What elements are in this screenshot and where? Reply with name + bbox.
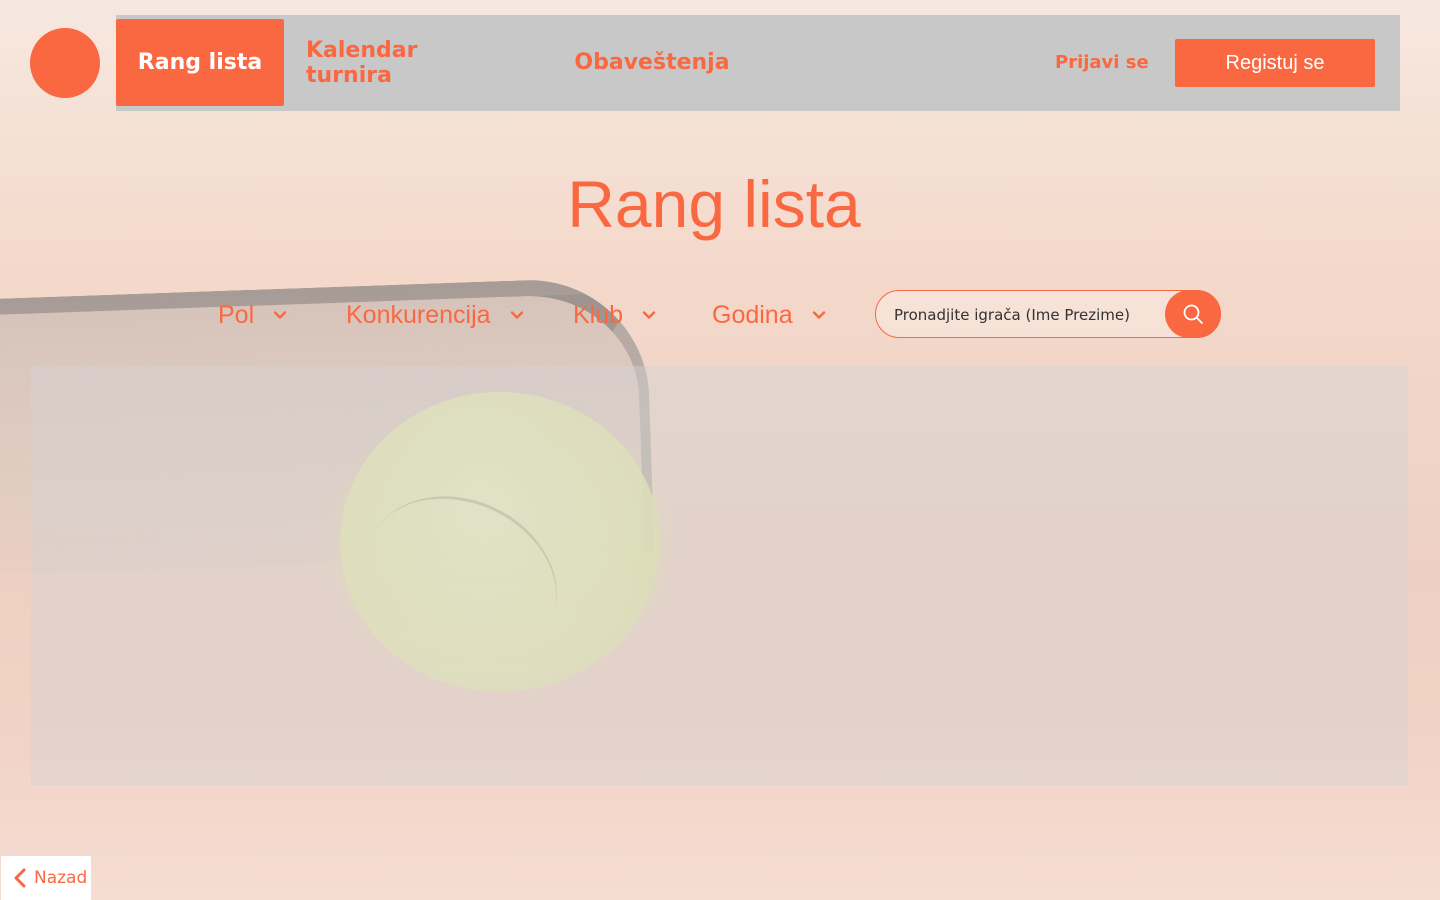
back-button-label: Nazad bbox=[34, 868, 88, 888]
chevron-down-icon bbox=[812, 311, 825, 319]
chevron-down-icon bbox=[510, 311, 523, 319]
search-input[interactable] bbox=[892, 291, 1166, 339]
filter-label: Pol bbox=[218, 300, 255, 329]
filter-konkurencija-dropdown[interactable]: Konkurencija bbox=[346, 298, 525, 332]
back-button[interactable]: Nazad bbox=[1, 856, 91, 900]
chevron-down-icon bbox=[273, 311, 287, 319]
ranking-results-panel bbox=[31, 366, 1408, 785]
chevron-left-icon bbox=[14, 868, 26, 888]
filter-label: Klub bbox=[573, 300, 624, 329]
filter-pol-dropdown[interactable]: Pol bbox=[218, 298, 288, 332]
search-icon bbox=[1183, 304, 1203, 324]
page-title: Rang lista bbox=[567, 167, 861, 241]
chevron-down-icon bbox=[642, 311, 656, 319]
filter-klub-dropdown[interactable]: Klub bbox=[573, 298, 657, 332]
player-search bbox=[875, 290, 1221, 339]
filter-label: Godina bbox=[712, 300, 793, 329]
filter-label: Konkurencija bbox=[346, 300, 491, 329]
logo[interactable] bbox=[30, 28, 100, 98]
register-button[interactable]: Registuj se bbox=[1175, 39, 1375, 87]
login-link[interactable]: Prijavi se bbox=[1055, 52, 1149, 73]
filter-godina-dropdown[interactable]: Godina bbox=[712, 298, 827, 332]
nav-item-kalendar-turnira[interactable]: Kalendar turnira bbox=[306, 19, 510, 106]
search-button[interactable] bbox=[1165, 290, 1221, 338]
nav-item-obavestenja[interactable]: Obaveštenja bbox=[570, 19, 734, 106]
nav-item-rang-lista[interactable]: Rang lista bbox=[116, 19, 284, 106]
